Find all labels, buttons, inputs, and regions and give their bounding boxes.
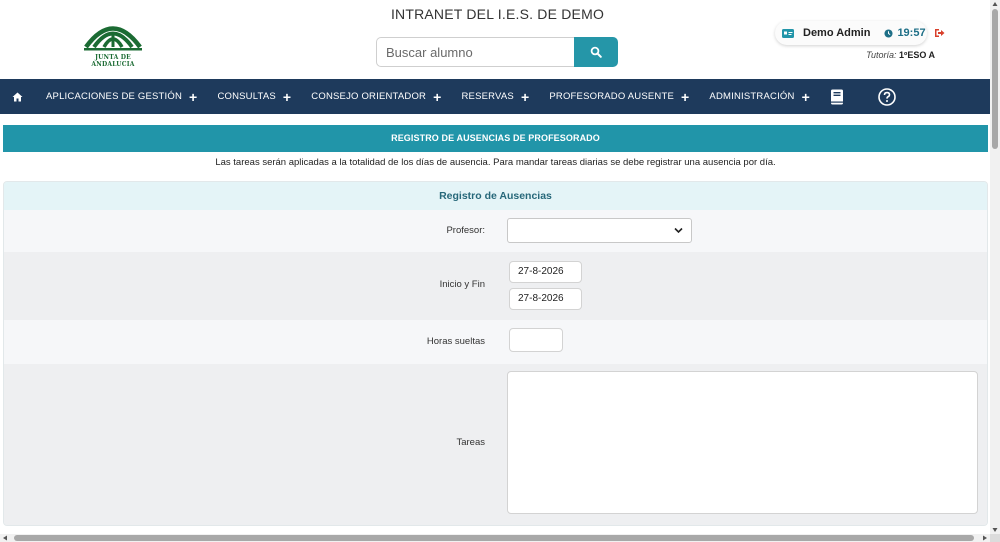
expand-plus-icon: + (801, 88, 810, 105)
clock-time: 19:57 (897, 27, 926, 39)
header: JUNTA DE ANDALUCIA INTRANET DEL I.E.S. D… (0, 0, 990, 79)
vertical-scroll-thumb[interactable] (992, 9, 998, 149)
vertical-scrollbar[interactable] (990, 0, 1000, 534)
hours-label: Horas sueltas (426, 336, 485, 347)
scroll-right-arrow-icon[interactable] (982, 535, 988, 541)
clock-icon (884, 28, 893, 38)
scroll-down-arrow-icon[interactable] (992, 527, 998, 533)
expand-plus-icon: + (433, 88, 442, 105)
expand-plus-icon: + (520, 88, 530, 105)
card-title: Registro de Ausencias (4, 182, 987, 210)
tasks-textarea[interactable] (507, 371, 978, 514)
nav-item-reservas[interactable]: RESERVAS + (461, 90, 529, 104)
site-title: INTRANET DEL I.E.S. DE DEMO (390, 6, 605, 22)
expand-plus-icon: + (189, 88, 198, 105)
page: JUNTA DE ANDALUCIA INTRANET DEL I.E.S. D… (0, 0, 1000, 542)
hours-input[interactable] (509, 328, 563, 352)
nav-item-label: PROFESORADO AUSENTE (549, 91, 675, 102)
tutoria-label: Tutoría: (866, 50, 897, 60)
search-input[interactable] (376, 37, 576, 67)
scroll-up-arrow-icon[interactable] (992, 1, 998, 7)
nav-item-label: APLICACIONES DE GESTIÓN (46, 91, 183, 102)
dates-label: Inicio y Fin (439, 279, 485, 290)
scroll-left-arrow-icon[interactable] (2, 535, 8, 541)
book-icon[interactable] (830, 89, 844, 105)
user-menu[interactable]: Demo Admin 19:57 (775, 21, 927, 45)
page-banner: REGISTRO DE AUSENCIAS DE PROFESORADO (3, 125, 988, 152)
nav-item-aplicaciones-de-gestion[interactable]: APLICACIONES DE GESTIÓN + (46, 90, 197, 104)
nav-item-consultas[interactable]: CONSULTAS + (217, 90, 291, 104)
nav-item-label: CONSEJO ORIENTADOR (311, 91, 427, 102)
nav-item-label: RESERVAS (461, 91, 514, 102)
logout-icon[interactable] (934, 28, 945, 38)
expand-plus-icon: + (681, 88, 690, 105)
start-date-input[interactable]: 27-8-2026 (509, 261, 582, 283)
id-card-icon (782, 28, 794, 38)
main-navbar: APLICACIONES DE GESTIÓN + CONSULTAS + CO… (0, 79, 990, 114)
notice-text: Las tareas serán aplicadas a la totalida… (215, 157, 776, 168)
nav-home[interactable] (0, 92, 34, 102)
tutoria-value: 1ºESO A (899, 50, 935, 60)
form-row-profesor: Profesor: (4, 210, 987, 252)
form-row-dates: Inicio y Fin 27-8-2026 27-8-2026 (4, 252, 987, 320)
profesor-label: Profesor: (446, 225, 485, 236)
absence-form-card: Registro de Ausencias Profesor: Inicio y… (3, 181, 988, 526)
expand-plus-icon: + (282, 88, 292, 105)
horizontal-scroll-thumb[interactable] (14, 535, 974, 541)
help-circle-icon[interactable] (878, 87, 896, 106)
logo-text: JUNTA DE ANDALUCIA (91, 54, 135, 68)
nav-item-consejo-orientador[interactable]: CONSEJO ORIENTADOR + (311, 90, 441, 104)
form-row-hours: Horas sueltas (4, 320, 987, 364)
nav-item-label: CONSULTAS (217, 91, 276, 102)
home-icon (12, 92, 22, 101)
form-row-tasks: Tareas (4, 364, 987, 525)
junta-de-andalucia-logo[interactable]: JUNTA DE ANDALUCIA (80, 14, 146, 68)
search-icon (590, 46, 602, 58)
nav-item-administracion[interactable]: ADMINISTRACIÓN + (709, 90, 810, 104)
profesor-select[interactable] (507, 218, 692, 243)
chevron-down-icon (674, 227, 683, 234)
logo-arches-icon (84, 26, 142, 51)
nav-item-profesorado-ausente[interactable]: PROFESORADO AUSENTE + (549, 90, 689, 104)
search-button[interactable] (574, 37, 618, 67)
horizontal-scrollbar[interactable] (0, 534, 990, 542)
end-date-input[interactable]: 27-8-2026 (509, 288, 582, 310)
nav-item-label: ADMINISTRACIÓN (709, 91, 795, 102)
scrollbar-corner (990, 534, 1000, 542)
tasks-label: Tareas (456, 437, 485, 448)
tutoria-info: Tutoría: 1ºESO A (866, 50, 935, 60)
user-name: Demo Admin (803, 27, 871, 39)
